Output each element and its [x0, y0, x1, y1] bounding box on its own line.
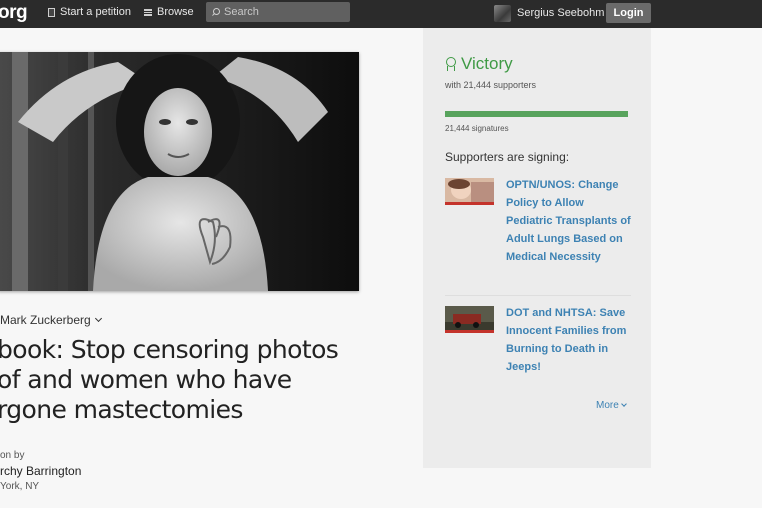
starter-location: York, NY [0, 481, 40, 492]
victory-status: Victory [445, 54, 513, 74]
login-button[interactable]: Login [606, 3, 651, 23]
victory-label: Victory [461, 54, 513, 73]
user-avatar[interactable] [494, 5, 511, 22]
top-bar: org Start a petition Browse Sergius Seeb… [0, 0, 762, 28]
petition-starter[interactable]: rchy Barrington [0, 464, 81, 478]
search-box [206, 2, 350, 22]
petition-target-label: Mark Zuckerberg [0, 313, 91, 327]
user-name[interactable]: Sergius Seebohm [517, 7, 604, 19]
signature-progress-fill [445, 111, 628, 117]
chevron-down-icon [94, 314, 102, 323]
petition-photo-graphic [0, 52, 359, 291]
petition-photo [0, 52, 359, 291]
petition-title: book: Stop censoring photos of and women… [0, 335, 339, 424]
signature-progress-bar [445, 111, 628, 117]
related-petition-thumbnail[interactable] [445, 178, 494, 205]
signature-count: 21,444 signatures [445, 124, 509, 133]
related-petition-thumbnail[interactable] [445, 306, 494, 333]
supporters-signing-heading: Supporters are signing: [445, 150, 570, 164]
started-by-label: on by [0, 450, 25, 461]
list-icon [144, 8, 152, 16]
jeep-photo-graphic [445, 306, 494, 330]
start-petition-label: Start a petition [60, 6, 131, 18]
child-photo-graphic [445, 178, 494, 202]
ribbon-icon [445, 56, 457, 72]
supporters-count: with 21,444 supporters [445, 80, 537, 90]
chevron-down-icon [620, 401, 627, 407]
petition-sidebar: Victory with 21,444 supporters 21,444 si… [423, 28, 651, 468]
related-petition-title[interactable]: DOT and NHTSA: Save Innocent Families fr… [506, 304, 631, 376]
browse-link[interactable]: Browse [144, 6, 194, 18]
more-link[interactable]: More [596, 400, 627, 411]
browse-label: Browse [157, 6, 194, 18]
more-label: More [596, 400, 619, 411]
site-logo[interactable]: org [0, 2, 28, 24]
document-icon [48, 7, 55, 17]
petition-target[interactable]: Mark Zuckerberg [0, 313, 102, 327]
start-petition-link[interactable]: Start a petition [48, 6, 131, 18]
related-petition-title[interactable]: OPTN/UNOS: Change Policy to Allow Pediat… [506, 176, 631, 266]
search-input[interactable] [224, 6, 344, 18]
related-petition[interactable]: OPTN/UNOS: Change Policy to Allow Pediat… [445, 178, 631, 296]
search-icon [211, 7, 220, 17]
